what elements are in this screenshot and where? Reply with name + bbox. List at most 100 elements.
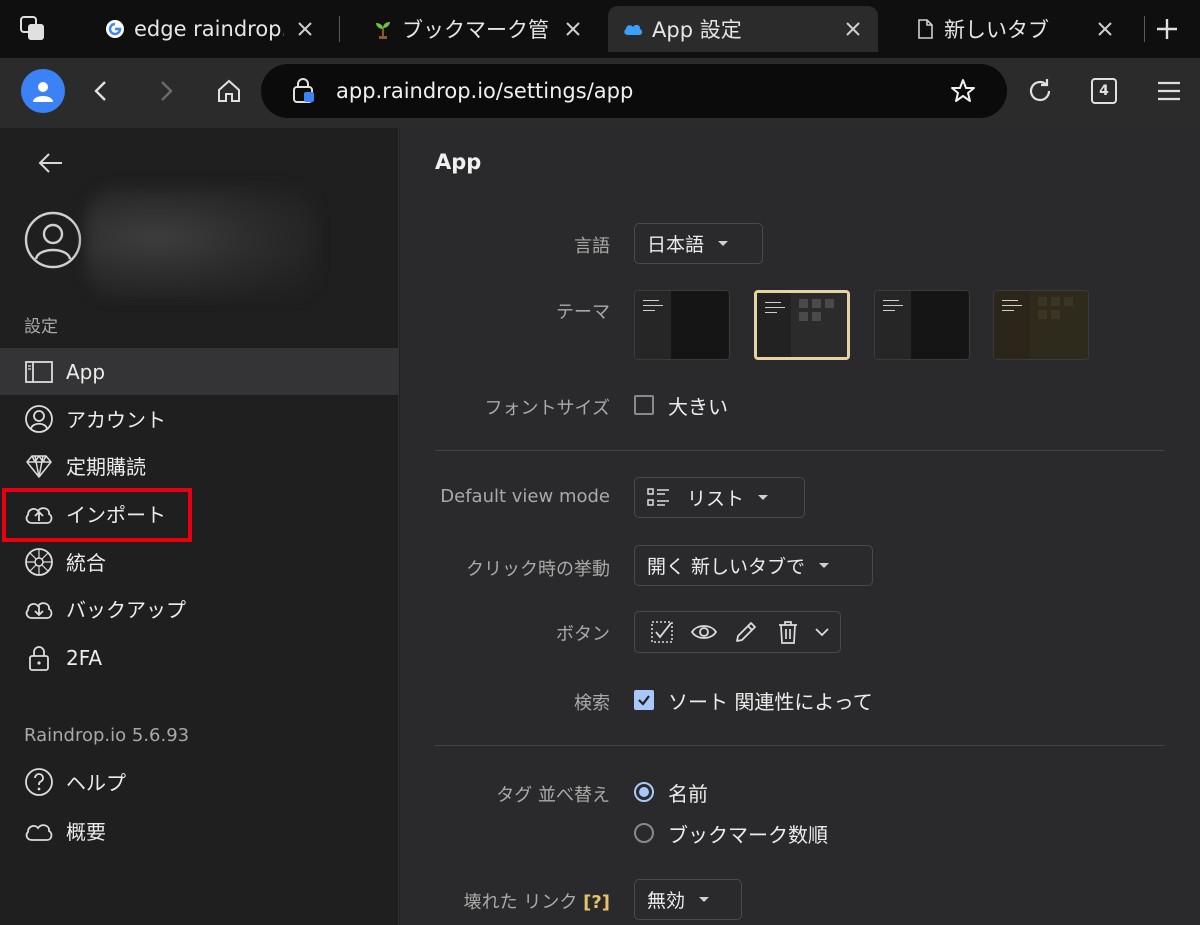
close-icon[interactable] (842, 18, 864, 40)
click-behavior-value: 開く 新しいタブで (647, 556, 806, 578)
theme-option-2[interactable] (754, 290, 850, 360)
back-arrow-icon[interactable] (87, 77, 115, 105)
sidebar-item-label: 概要 (66, 820, 106, 844)
sidebar-item-app[interactable]: App (0, 348, 398, 395)
view-mode-value: リスト (687, 488, 745, 510)
reload-icon[interactable] (1026, 77, 1054, 105)
lock-icon (29, 645, 49, 671)
tag-sort-option-count: ブックマーク数順 (668, 823, 828, 847)
forward-arrow-icon[interactable] (152, 77, 180, 105)
tab-bookmark-manager[interactable]: ブックマーク管 (358, 6, 598, 52)
sidebar-item-2fa[interactable]: 2FA (0, 634, 398, 681)
integration-icon (25, 547, 53, 576)
cloud-upload-icon (25, 506, 53, 524)
chevron-down-icon (699, 897, 710, 902)
sidebar-item-about[interactable]: 概要 (0, 807, 398, 854)
url-text: app.raindrop.io/settings/app (336, 79, 634, 103)
theme-option-4[interactable] (993, 290, 1089, 360)
home-icon[interactable] (215, 77, 243, 105)
page-title: App (435, 150, 482, 174)
theme-option-3[interactable] (874, 290, 970, 360)
tab-new-tab[interactable]: 新しいタブ (900, 6, 1130, 52)
broken-links-select[interactable]: 無効 (634, 879, 742, 920)
sidebar-item-account[interactable]: アカウント (0, 395, 398, 442)
sidebar-item-label: アカウント (66, 408, 166, 432)
broken-links-value: 無効 (647, 890, 686, 912)
cloud-icon (624, 24, 643, 35)
tab-actions-icon[interactable] (18, 14, 48, 44)
bookmark-star-icon[interactable] (949, 77, 977, 105)
chevron-down-icon (718, 241, 729, 246)
view-mode-label: Default view mode (440, 486, 610, 507)
site-info-icon[interactable] (291, 77, 317, 105)
search-relevance-checkbox[interactable] (634, 690, 654, 710)
chevron-down-icon (815, 628, 829, 637)
chevron-down-icon (819, 563, 830, 568)
close-icon[interactable] (1094, 18, 1116, 40)
language-select[interactable]: 日本語 (634, 223, 763, 264)
close-icon[interactable] (562, 18, 584, 40)
close-icon[interactable] (294, 18, 316, 40)
sidebar-item-label: 統合 (66, 551, 106, 575)
search-label: 検索 (574, 693, 610, 714)
settings-main: App 言語 日本語 テーマ フォントサイズ 大きい Default view … (400, 128, 1200, 925)
chevron-down-icon (758, 495, 769, 500)
google-icon (106, 20, 124, 38)
app-panel-icon (25, 360, 53, 383)
blurred-user-name (86, 188, 316, 298)
tag-sort-name-radio[interactable] (634, 782, 654, 802)
app-version: Raindrop.io 5.6.93 (24, 725, 190, 746)
settings-sidebar: 設定 App アカウント 定期購読 インポート 統合 バックアップ 2FA Ra… (0, 128, 399, 925)
click-behavior-label: クリック時の挙動 (466, 559, 610, 580)
theme-option-1[interactable] (634, 290, 730, 360)
tab-strip: edge raindrop.io ブックマーク管 App 設定 新しいタブ (0, 0, 1200, 58)
sidebar-item-label: App (66, 359, 106, 384)
tab-title: App 設定 (652, 18, 742, 42)
user-circle-icon (25, 404, 53, 433)
address-bar[interactable]: app.raindrop.io/settings/app (261, 64, 1007, 118)
sidebar-item-help[interactable]: ヘルプ (0, 758, 398, 805)
card-buttons-selector[interactable] (634, 611, 841, 653)
help-icon (25, 767, 53, 796)
select-checkbox-icon (651, 621, 673, 643)
sidebar-item-import[interactable]: インポート (0, 490, 398, 537)
sidebar-section-title: 設定 (24, 317, 58, 337)
language-label: 言語 (574, 236, 610, 257)
browser-toolbar: app.raindrop.io/settings/app 4 (0, 58, 1200, 128)
page-icon (918, 19, 933, 39)
sidebar-item-label: インポート (66, 503, 166, 527)
broken-links-label-text: 壊れた リンク (463, 892, 578, 913)
font-size-large-checkbox[interactable] (634, 395, 654, 415)
new-tab-icon[interactable] (1152, 14, 1182, 44)
tab-edge-raindrop[interactable]: edge raindrop.io (90, 6, 330, 52)
view-mode-select[interactable]: リスト (634, 477, 805, 518)
tab-count[interactable]: 4 (1091, 78, 1117, 104)
user-avatar-icon (24, 211, 82, 269)
language-value: 日本語 (647, 234, 705, 256)
section-divider (435, 450, 1164, 451)
diamond-icon (26, 454, 52, 478)
tab-app-settings[interactable]: App 設定 (608, 6, 878, 52)
tab-title: edge raindrop.io (134, 17, 284, 41)
click-behavior-select[interactable]: 開く 新しいタブで (634, 545, 873, 586)
sidebar-item-subscription[interactable]: 定期購読 (0, 442, 398, 489)
tab-title: ブックマーク管 (402, 18, 549, 42)
tag-sort-count-radio[interactable] (634, 823, 654, 843)
tag-sort-label: タグ 並べ替え (496, 785, 610, 806)
cloud-outline-icon (25, 823, 53, 841)
pencil-icon (736, 622, 756, 642)
user-icon (33, 82, 53, 102)
sidebar-item-integrations[interactable]: 統合 (0, 538, 398, 585)
trash-icon (779, 621, 797, 644)
font-size-option-label: 大きい (668, 395, 728, 419)
list-view-icon (647, 487, 669, 506)
sidebar-item-label: 2FA (66, 645, 103, 670)
sidebar-item-label: ヘルプ (66, 771, 126, 795)
broken-links-help-link[interactable]: [?] (583, 892, 610, 913)
menu-icon[interactable] (1155, 77, 1183, 105)
sidebar-item-backup[interactable]: バックアップ (0, 585, 398, 632)
back-arrow-icon[interactable] (36, 148, 66, 178)
profile-avatar[interactable] (21, 69, 65, 113)
buttons-label: ボタン (556, 624, 610, 645)
section-divider (435, 745, 1164, 746)
